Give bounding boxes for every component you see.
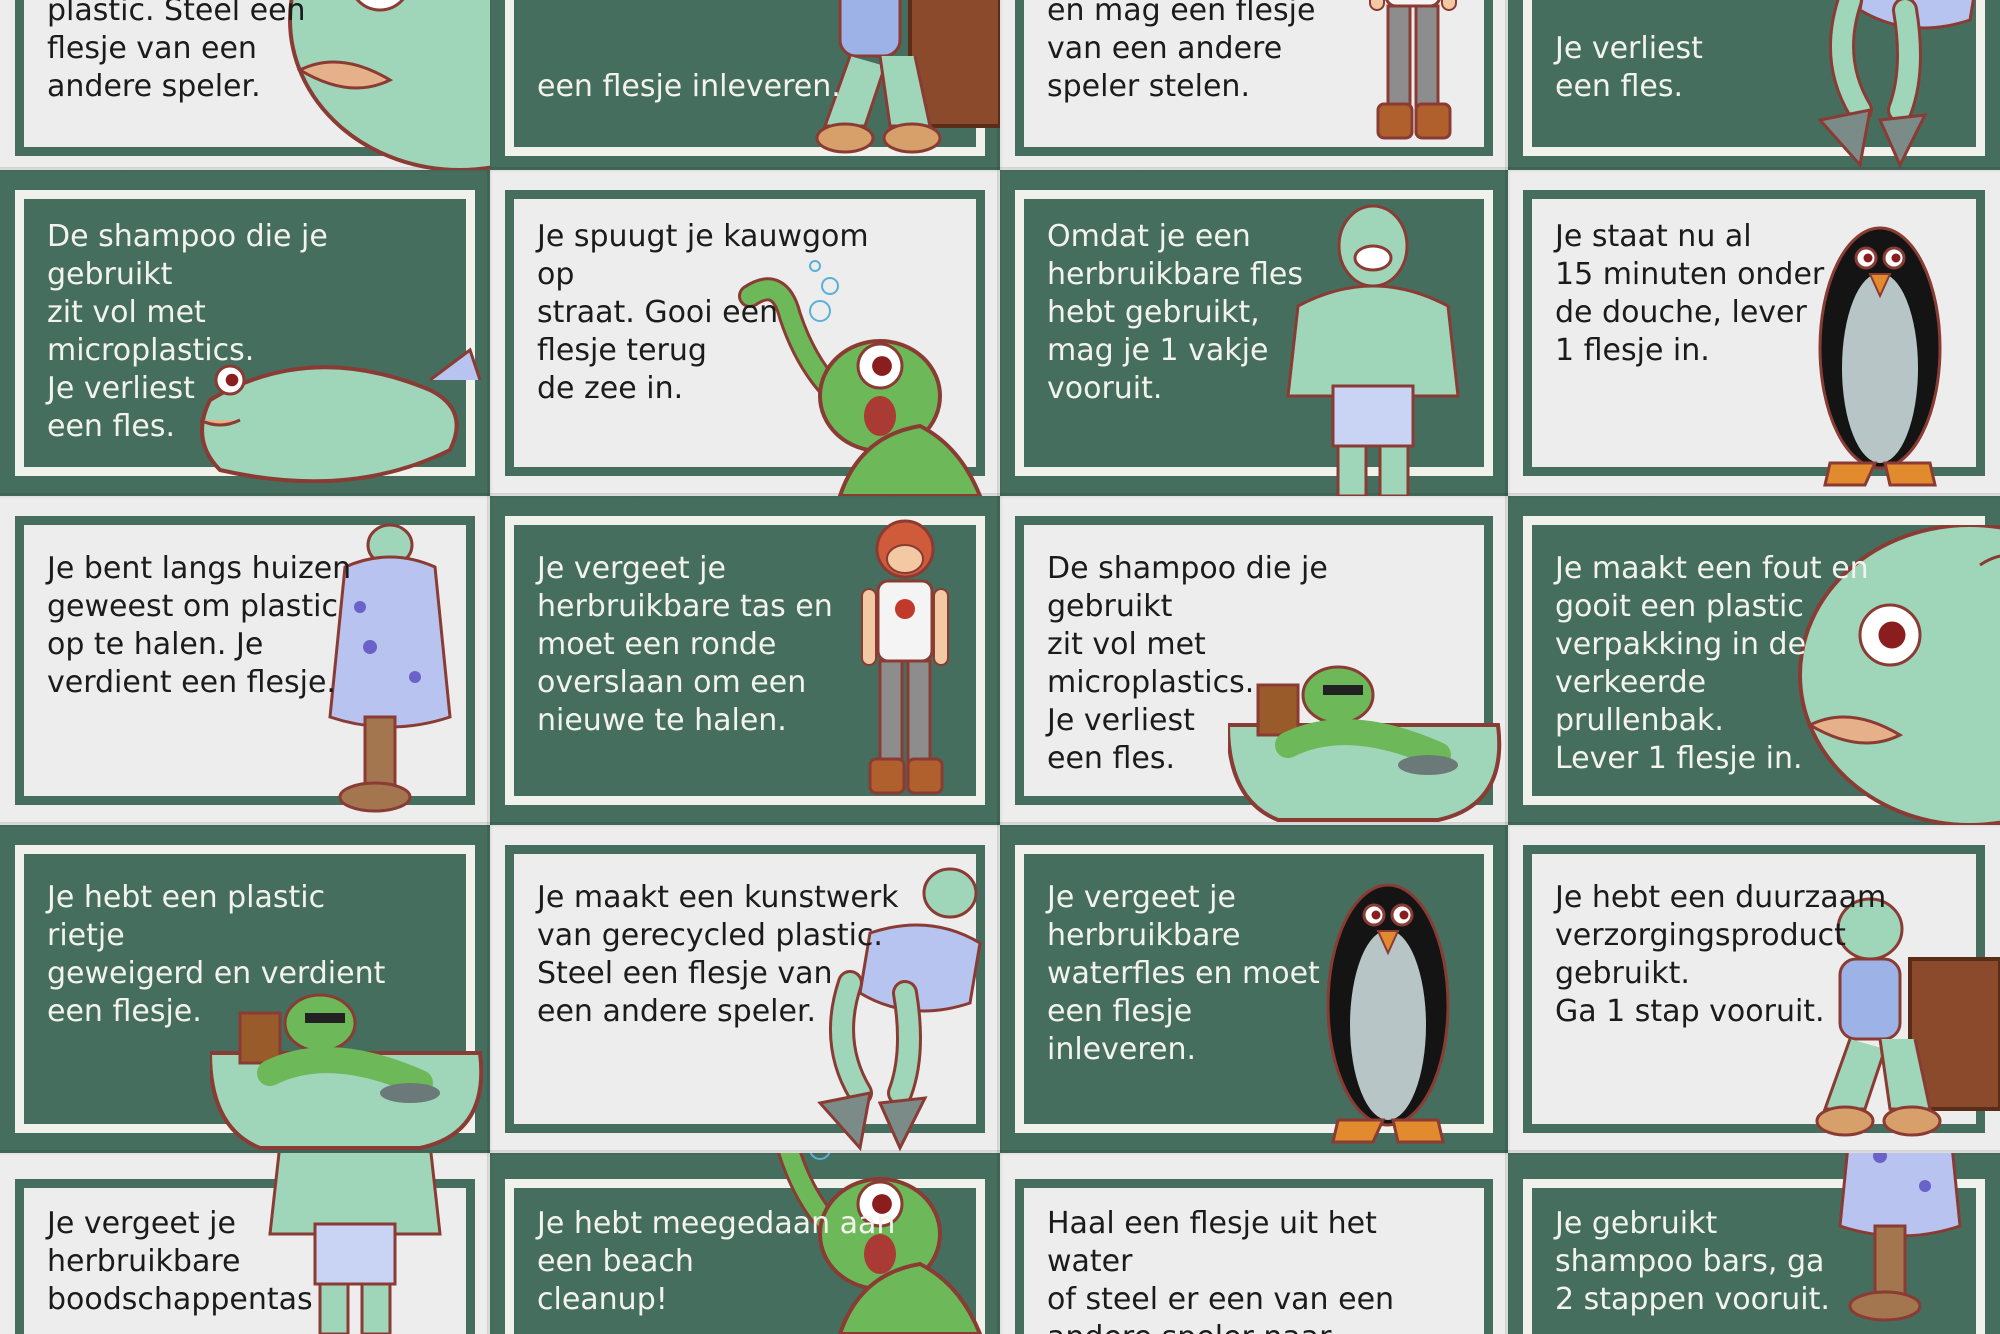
game-card: De shampoo die je gebruikt zit vol met m… [0, 170, 490, 496]
card-text: Je vergeet je herbruikbare boodschappent… [47, 1206, 313, 1317]
card-text: De shampoo die je gebruikt zit vol met m… [47, 219, 328, 444]
card-text: Je maakt een kunstwerk van gerecycled pl… [537, 880, 899, 1029]
card-text: Je hebt een plastic rietje geweigerd en … [47, 880, 386, 1029]
card-text: Je gebruikt shampoo bars, ga 2 stappen v… [1555, 1206, 1830, 1317]
card-text: Je staat nu al 15 minuten onder de douch… [1555, 219, 1825, 368]
game-card: Je spuugt je kauwgom op straat. Gooi een… [490, 170, 1000, 496]
card-text: Je maakt een fout en gooit een plastic v… [1555, 551, 1869, 776]
game-card: Je gebruikt shampoo bars, ga 2 stappen v… [1508, 1153, 2000, 1334]
game-card: Je maakt een kunstwerk van gerecycled pl… [490, 825, 1000, 1153]
card-text: Je verliest een fles. [1555, 31, 1703, 104]
card-grid: plastic. Steel een flesje van een andere… [0, 0, 2000, 1334]
card-text: Je hebt meegedaan aan een beach cleanup! [537, 1206, 896, 1317]
game-card: Omdat je een herbruikbare fles hebt gebr… [1000, 170, 1508, 496]
game-card: Je vergeet je herbruikbare boodschappent… [0, 1153, 490, 1334]
game-card: Haal een flesje uit het water of steel e… [1000, 1153, 1508, 1334]
card-text: De shampoo die je gebruikt zit vol met m… [1047, 551, 1328, 776]
game-card: en mag een flesje van een andere speler … [1000, 0, 1508, 170]
card-text: Je vergeet je herbruikbare waterfles en … [1047, 880, 1320, 1067]
game-card: Je vergeet je herbruikbare waterfles en … [1000, 825, 1508, 1153]
game-card: Je staat nu al 15 minuten onder de douch… [1508, 170, 2000, 496]
card-text: Omdat je een herbruikbare fles hebt gebr… [1047, 219, 1303, 406]
card-text: en mag een flesje van een andere speler … [1047, 0, 1316, 104]
card-text: Je vergeet je herbruikbare tas en moet e… [537, 551, 833, 738]
card-text: Je hebt een duurzaam verzorgingsproduct … [1555, 880, 1887, 1029]
card-text: een flesje inleveren. [537, 69, 841, 104]
card-text: plastic. Steel een flesje van een andere… [47, 0, 306, 104]
game-card: De shampoo die je gebruikt zit vol met m… [1000, 496, 1508, 825]
game-card: Je vergeet je herbruikbare tas en moet e… [490, 496, 1000, 825]
card-text: Haal een flesje uit het water of steel e… [1047, 1206, 1395, 1334]
game-card: Je hebt een duurzaam verzorgingsproduct … [1508, 825, 2000, 1153]
game-card: een flesje inleveren. [490, 0, 1000, 170]
game-card: Je hebt een plastic rietje geweigerd en … [0, 825, 490, 1153]
card-text: Je spuugt je kauwgom op straat. Gooi een… [537, 219, 869, 406]
card-text: Je bent langs huizen geweest om plastic … [47, 551, 352, 700]
game-card: plastic. Steel een flesje van een andere… [0, 0, 490, 170]
game-card: Je verliest een fles. [1508, 0, 2000, 170]
game-card: Je bent langs huizen geweest om plastic … [0, 496, 490, 825]
game-card: Je maakt een fout en gooit een plastic v… [1508, 496, 2000, 825]
game-card: Je hebt meegedaan aan een beach cleanup! [490, 1153, 1000, 1334]
